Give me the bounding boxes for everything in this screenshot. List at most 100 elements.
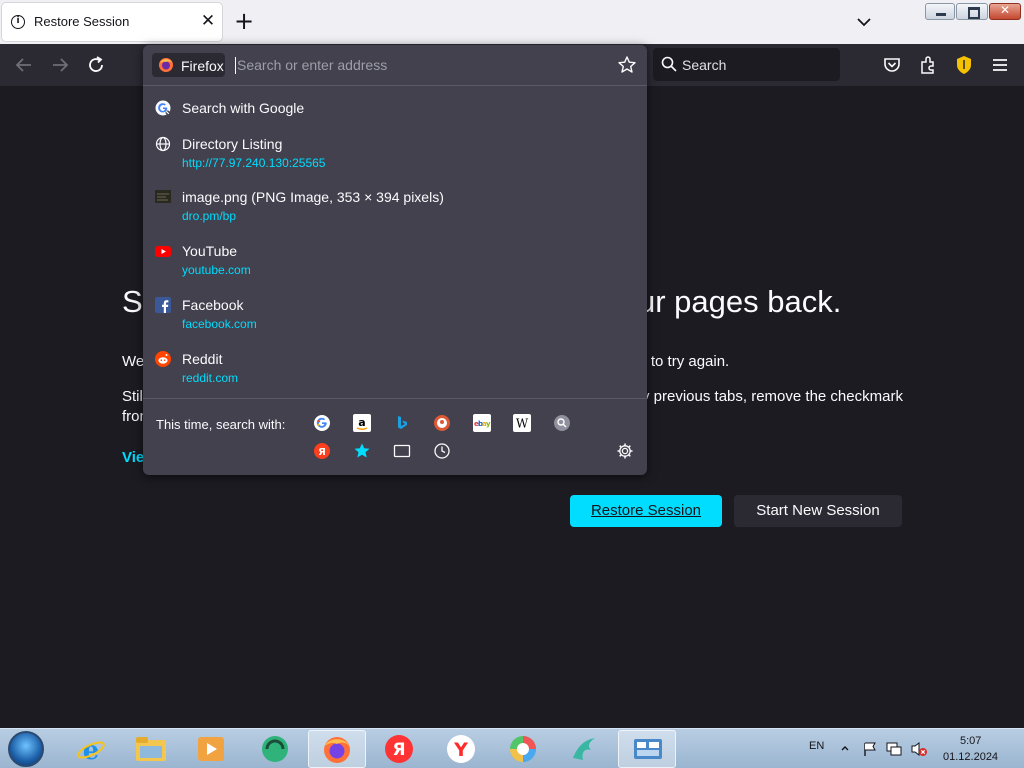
- color-wheel-icon: [510, 736, 536, 762]
- result-directory-listing[interactable]: Directory Listing http://77.97.240.130:2…: [149, 131, 641, 183]
- result-url: dro.pm/bp: [182, 209, 237, 223]
- address-placeholder: Search or enter address: [237, 57, 388, 73]
- gear-icon[interactable]: [616, 442, 634, 460]
- windows-taskbar: e Я Y EN 5:07 01.12.2024: [0, 728, 1024, 768]
- page-headline-end: ur pages back.: [638, 284, 842, 319]
- one-off-divider: [143, 398, 647, 399]
- minimize-button[interactable]: [925, 3, 955, 20]
- clock-date[interactable]: 01.12.2024: [943, 751, 998, 763]
- close-tab-button[interactable]: ✕: [198, 11, 218, 31]
- result-title: Reddit: [182, 351, 223, 367]
- language-indicator[interactable]: EN: [809, 740, 824, 752]
- yandex-icon: Y: [447, 735, 475, 763]
- search-bar-placeholder: Search: [682, 57, 727, 73]
- dragon-icon: [573, 738, 595, 760]
- search-engine-icon[interactable]: [553, 414, 571, 432]
- taskbar-control-panel[interactable]: [618, 730, 676, 768]
- chat-app-icon: [262, 736, 288, 762]
- menu-icon[interactable]: [989, 54, 1011, 76]
- taskbar-firefox[interactable]: [308, 730, 366, 768]
- wikipedia-engine-icon[interactable]: W: [513, 414, 531, 432]
- paragraph-line-2-end: y previous tabs, remove the checkmark: [642, 388, 903, 405]
- taskbar-internet-explorer[interactable]: e: [62, 730, 120, 768]
- control-panel-icon: [634, 739, 662, 759]
- result-url: reddit.com: [182, 371, 239, 385]
- result-url: facebook.com: [182, 317, 257, 331]
- new-tab-button[interactable]: +: [233, 9, 255, 33]
- svg-text:a: a: [358, 416, 365, 429]
- svg-text:Я: Я: [392, 740, 405, 760]
- identity-label: Firefox: [181, 58, 224, 74]
- taskbar-kali-app[interactable]: [556, 730, 614, 768]
- tab-strip: i Restore Session ✕ +: [0, 0, 1024, 44]
- clock-time[interactable]: 5:07: [960, 735, 981, 747]
- restore-window-button[interactable]: [956, 3, 988, 20]
- tab-restore-session[interactable]: i Restore Session ✕: [2, 3, 222, 41]
- svg-text:W: W: [516, 417, 529, 431]
- address-bar[interactable]: Firefox Search or enter address: [147, 49, 643, 81]
- facebook-icon: [155, 297, 171, 313]
- yandex-browser-icon: Я: [385, 735, 413, 763]
- identity-box[interactable]: Firefox: [152, 53, 225, 77]
- tab-title: Restore Session: [34, 14, 130, 29]
- result-reddit[interactable]: Reddit reddit.com: [149, 346, 641, 398]
- bing-engine-icon[interactable]: [393, 414, 411, 432]
- result-image-png[interactable]: image.png (PNG Image, 353 × 394 pixels) …: [149, 184, 641, 236]
- image-thumbnail-icon: [155, 190, 171, 203]
- internet-explorer-icon: e: [77, 736, 105, 764]
- tabs-icon[interactable]: [393, 442, 411, 460]
- urlbar-divider: [143, 85, 647, 86]
- paragraph-line-2-start: Stil: [122, 388, 143, 405]
- action-center-flag-icon[interactable]: [862, 741, 878, 757]
- youtube-icon: [155, 246, 171, 257]
- taskbar-file-explorer[interactable]: [122, 730, 180, 768]
- history-clock-icon[interactable]: [433, 442, 451, 460]
- result-url: youtube.com: [182, 263, 251, 277]
- reddit-icon: [155, 351, 171, 367]
- show-hidden-icons-icon[interactable]: [840, 743, 850, 753]
- search-icon: [661, 56, 677, 72]
- view-previous-sessions-link[interactable]: Vie: [122, 449, 144, 466]
- taskbar-yandex[interactable]: Y: [432, 730, 490, 768]
- back-button[interactable]: [12, 53, 36, 77]
- one-off-search-label: This time, search with:: [156, 417, 286, 432]
- close-window-button[interactable]: [989, 3, 1021, 20]
- start-button[interactable]: [8, 731, 44, 767]
- forward-button[interactable]: [48, 53, 72, 77]
- taskbar-color-app[interactable]: [494, 730, 552, 768]
- duckduckgo-engine-icon[interactable]: [433, 414, 451, 432]
- extensions-icon[interactable]: [917, 54, 939, 76]
- vpn-shield-icon[interactable]: [953, 54, 975, 76]
- svg-text:Y: Y: [453, 739, 468, 761]
- start-new-session-button[interactable]: Start New Session: [734, 495, 902, 527]
- bookmark-star-icon[interactable]: [617, 55, 637, 75]
- yandex-engine-icon[interactable]: Я: [313, 442, 331, 460]
- search-bar[interactable]: Search: [653, 48, 840, 81]
- reload-button[interactable]: [84, 53, 108, 77]
- result-url: http://77.97.240.130:25565: [182, 156, 326, 170]
- restore-session-button[interactable]: Restore Session: [570, 495, 722, 527]
- bookmarks-star-icon[interactable]: [353, 442, 371, 460]
- ebay-engine-icon[interactable]: ebay: [473, 414, 491, 432]
- google-engine-icon[interactable]: [313, 414, 331, 432]
- firefox-logo-icon: [159, 58, 173, 72]
- volume-muted-icon[interactable]: [910, 741, 928, 757]
- taskbar-media-player[interactable]: [182, 730, 240, 768]
- globe-icon: [155, 136, 171, 152]
- chevron-down-icon[interactable]: [854, 12, 874, 32]
- google-icon: [155, 100, 171, 116]
- result-title: Directory Listing: [182, 136, 283, 152]
- svg-text:y: y: [486, 420, 491, 428]
- result-facebook[interactable]: Facebook facebook.com: [149, 292, 641, 344]
- svg-text:e: e: [83, 736, 100, 764]
- network-icon[interactable]: [886, 741, 902, 757]
- media-player-icon: [198, 737, 224, 761]
- taskbar-app-green[interactable]: [246, 730, 304, 768]
- firefox-icon: [324, 737, 350, 763]
- result-youtube[interactable]: YouTube youtube.com: [149, 238, 641, 290]
- taskbar-yandex-browser[interactable]: Я: [370, 730, 428, 768]
- result-search-google[interactable]: Search with Google: [149, 90, 641, 126]
- result-title: Facebook: [182, 297, 244, 313]
- amazon-engine-icon[interactable]: a: [353, 414, 371, 432]
- pocket-icon[interactable]: [881, 54, 903, 76]
